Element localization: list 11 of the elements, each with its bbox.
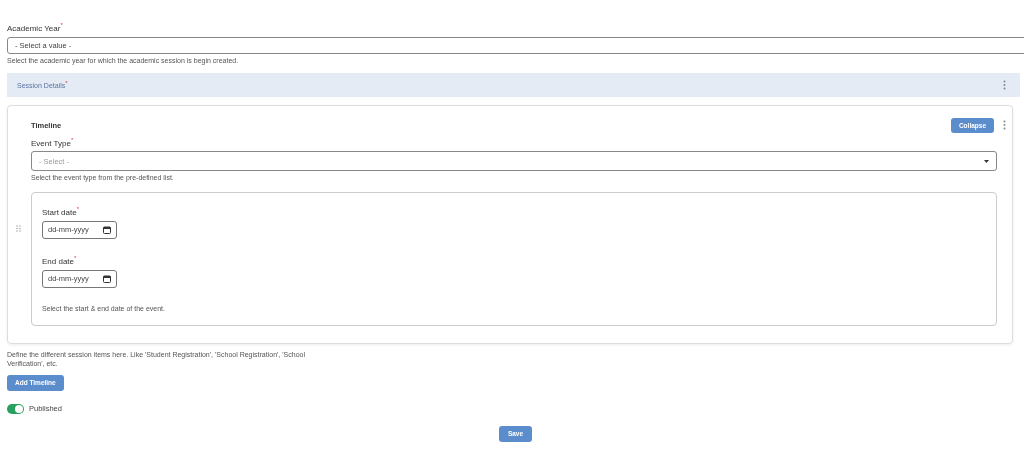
field-label: Start date$^{*}$ xyxy=(42,206,81,217)
more-options-icon[interactable] xyxy=(1003,79,1006,90)
field-label: Academic Year$^{*}$ xyxy=(7,22,64,33)
calendar-icon xyxy=(103,225,111,234)
toggle-switch[interactable] xyxy=(7,403,24,414)
dropdown-arrow-icon xyxy=(984,159,989,163)
more-options-icon[interactable] xyxy=(1003,120,1006,131)
field-label: End date$^{*}$ xyxy=(42,254,78,266)
calendar-icon xyxy=(103,274,111,283)
field-label: Event Type$^{*}$ xyxy=(31,136,75,148)
drag-handle-icon[interactable] xyxy=(16,225,21,233)
